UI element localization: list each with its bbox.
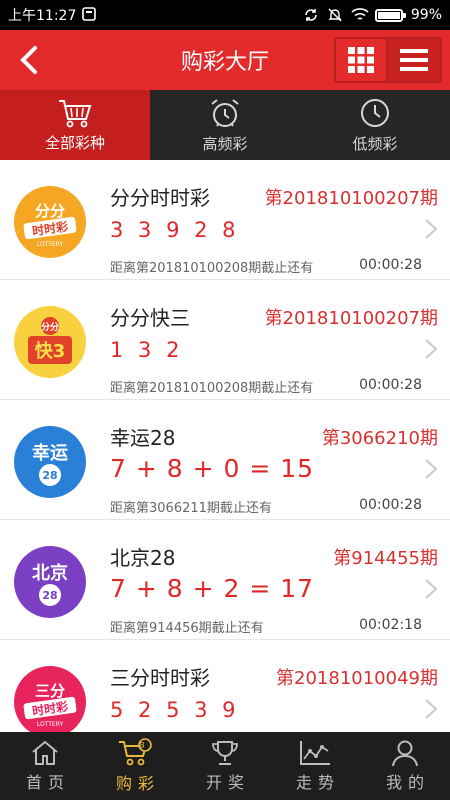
countdown: 00:00:28 xyxy=(359,377,422,393)
grid-view-button[interactable] xyxy=(336,39,388,81)
svg-text:快3: 快3 xyxy=(35,340,66,362)
home-icon xyxy=(32,740,58,765)
deadline-text: 距离第201810100208期截止还有 xyxy=(110,261,314,276)
countdown: 00:02:18 xyxy=(359,617,422,633)
draw-numbers: 7 + 8 + 2 = 17 xyxy=(110,574,315,603)
nav-label: 购彩 xyxy=(115,774,160,793)
mute-icon xyxy=(327,7,343,23)
alarm-clock-icon xyxy=(211,98,239,127)
lottery-period: 第201810100207期 xyxy=(264,308,438,329)
lottery-period: 第20181010049期 xyxy=(276,668,438,689)
chevron-right-icon xyxy=(425,699,438,719)
battery-percent: 99% xyxy=(410,7,442,23)
header-actions xyxy=(334,37,442,83)
lottery-logo: 北京 28 xyxy=(14,546,86,618)
list-item[interactable]: 幸运 28 幸运28 第3066210期 7 + 8 + 0 = 15 距离第3… xyxy=(0,400,450,520)
tab-label: 低频彩 xyxy=(352,134,398,153)
user-icon xyxy=(392,740,418,767)
draw-numbers: 7 + 8 + 0 = 15 xyxy=(110,454,315,483)
nav-label: 开奖 xyxy=(205,773,250,792)
lottery-name: 幸运28 xyxy=(110,426,176,450)
trend-icon xyxy=(300,741,330,765)
trophy-icon xyxy=(212,741,238,765)
lottery-name: 分分时时彩 xyxy=(110,186,210,210)
nav-buy[interactable]: 8 购彩 xyxy=(90,732,180,800)
svg-text:8: 8 xyxy=(139,741,150,750)
list-item[interactable]: 三分 时时彩 LOTTERY 三分时时彩 第20181010049期 5 2 5… xyxy=(0,640,450,732)
svg-text:幸运: 幸运 xyxy=(32,442,68,464)
tab-all[interactable]: 全部彩种 xyxy=(0,90,150,160)
nav-label: 我的 xyxy=(385,773,430,792)
svg-text:LOTTERY: LOTTERY xyxy=(37,721,64,728)
chevron-right-icon xyxy=(425,219,438,239)
svg-text:28: 28 xyxy=(42,589,57,602)
bottom-nav: 首页 8 购彩 开奖 走势 我的 xyxy=(0,732,450,800)
svg-text:北京: 北京 xyxy=(32,562,68,584)
svg-text:分分: 分分 xyxy=(35,202,65,220)
sync-icon xyxy=(303,7,319,23)
lottery-period: 第3066210期 xyxy=(321,428,438,449)
chevron-right-icon xyxy=(425,459,438,479)
chevron-right-icon xyxy=(425,339,438,359)
countdown: 00:00:28 xyxy=(359,257,422,273)
basket-icon xyxy=(59,99,92,127)
chevron-right-icon xyxy=(425,579,438,599)
list-item[interactable]: 北京 28 北京28 第914455期 7 + 8 + 2 = 17 距离第91… xyxy=(0,520,450,640)
lottery-logo: 分分 时时彩 LOTTERY xyxy=(14,186,86,258)
battery-icon xyxy=(374,8,406,22)
menu-icon xyxy=(400,49,428,71)
lottery-name: 北京28 xyxy=(110,546,176,570)
lottery-period: 第914455期 xyxy=(333,548,438,569)
cart-icon: 8 xyxy=(119,738,152,766)
lottery-list[interactable]: 分分 时时彩 LOTTERY 分分时时彩 第201810100207期 3 3 … xyxy=(0,160,450,732)
svg-text:时时彩: 时时彩 xyxy=(31,219,69,239)
svg-text:28: 28 xyxy=(42,469,57,482)
header: 购彩大厅 xyxy=(0,30,450,90)
back-icon xyxy=(20,46,37,74)
nav-home[interactable]: 首页 xyxy=(0,732,90,800)
grid-icon xyxy=(348,47,374,73)
lottery-logo: 幸运 28 xyxy=(14,426,86,498)
lottery-period: 第201810100207期 xyxy=(264,188,438,209)
tab-low-frequency[interactable]: 低频彩 xyxy=(300,90,450,160)
deadline-text: 距离第914456期截止还有 xyxy=(110,621,264,636)
lottery-name: 分分快三 xyxy=(110,306,190,330)
draw-numbers: 5 2 5 3 9 xyxy=(110,698,240,722)
draw-numbers: 1 3 2 xyxy=(110,338,184,362)
svg-text:LOTTERY: LOTTERY xyxy=(37,241,64,248)
deadline-text: 距离第3066211期截止还有 xyxy=(110,501,272,516)
svg-text:三分: 三分 xyxy=(35,682,65,700)
lottery-name: 三分时时彩 xyxy=(110,666,210,690)
category-tabs: 全部彩种 高频彩 低频彩 xyxy=(0,90,450,160)
lottery-logo: 分分 快3 xyxy=(14,306,86,378)
svg-text:时时彩: 时时彩 xyxy=(31,699,69,719)
list-view-button[interactable] xyxy=(388,39,440,81)
deadline-text: 距离第201810100208期截止还有 xyxy=(110,381,314,396)
tab-label: 高频彩 xyxy=(202,134,248,153)
status-bar: 上午11:27 99% xyxy=(0,0,450,30)
nav-trend[interactable]: 走势 xyxy=(270,732,360,800)
wifi-icon xyxy=(351,7,369,23)
notification-icon xyxy=(82,7,98,23)
nav-results[interactable]: 开奖 xyxy=(180,732,270,800)
lottery-logo: 三分 时时彩 LOTTERY xyxy=(14,666,86,732)
nav-profile[interactable]: 我的 xyxy=(360,732,450,800)
tab-high-frequency[interactable]: 高频彩 xyxy=(150,90,300,160)
nav-label: 走势 xyxy=(295,773,340,792)
status-time: 上午11:27 xyxy=(8,8,77,24)
list-item[interactable]: 分分 时时彩 LOTTERY 分分时时彩 第201810100207期 3 3 … xyxy=(0,160,450,280)
countdown: 00:00:28 xyxy=(359,497,422,513)
draw-numbers: 3 3 9 2 8 xyxy=(110,218,240,242)
list-item[interactable]: 分分 快3 分分快三 第201810100207期 1 3 2 距离第20181… xyxy=(0,280,450,400)
nav-label: 首页 xyxy=(25,773,70,792)
svg-text:分分: 分分 xyxy=(41,321,59,333)
clock-icon xyxy=(361,98,389,127)
back-button[interactable] xyxy=(0,30,58,90)
tab-label: 全部彩种 xyxy=(44,133,105,152)
